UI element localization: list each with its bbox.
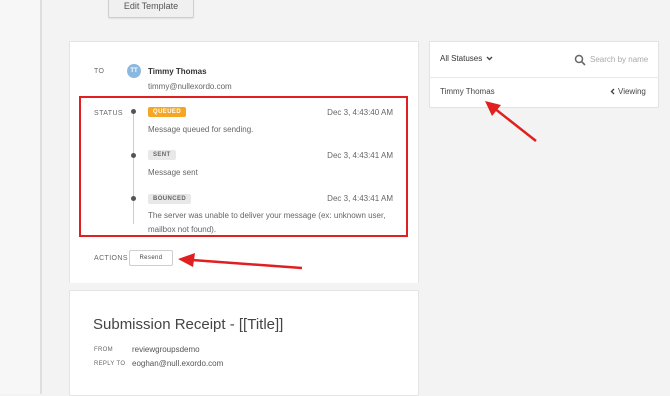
arrow-to-resend	[178, 253, 303, 270]
annotation-arrows	[178, 101, 537, 270]
arrow-to-recipient-row	[485, 101, 537, 142]
